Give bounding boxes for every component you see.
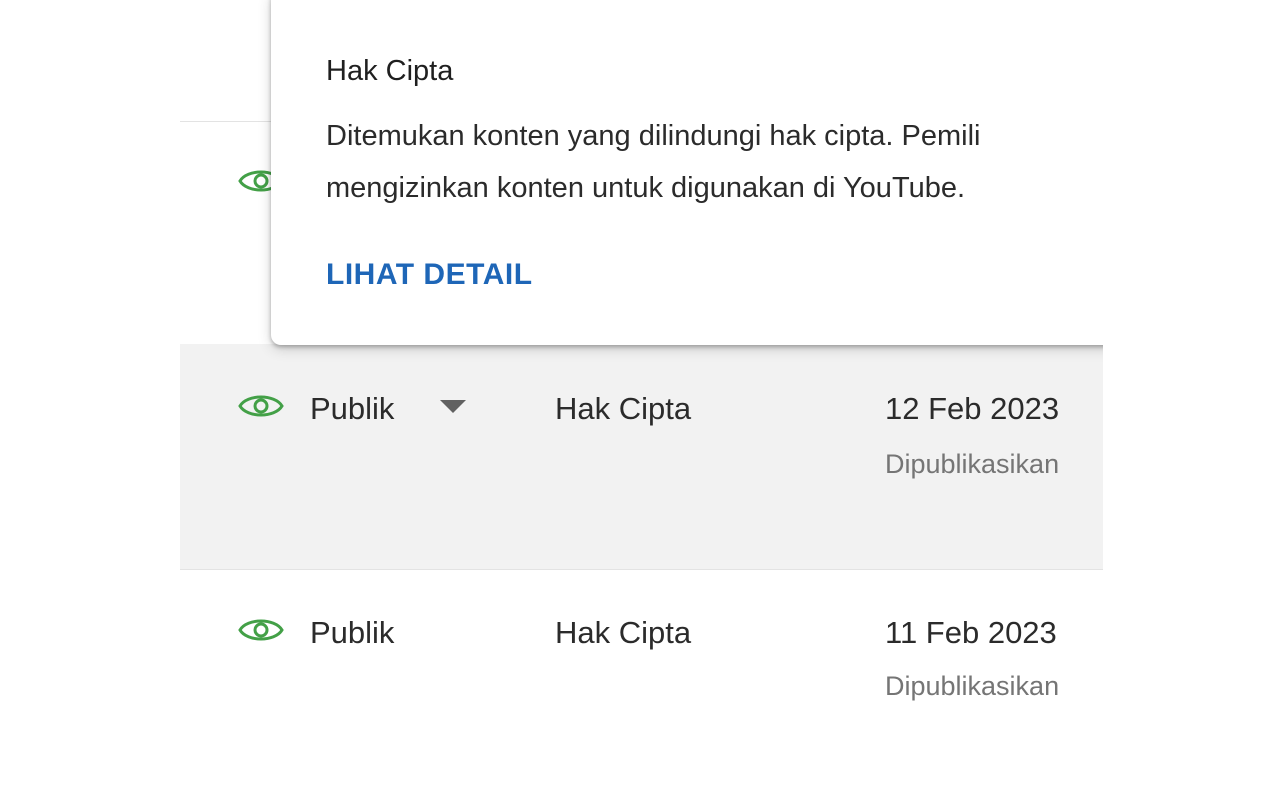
tooltip-title: Hak Cipta	[326, 55, 454, 87]
visibility-label[interactable]: Publik	[310, 615, 394, 651]
crop-margin	[1103, 0, 1283, 785]
table-row[interactable]: Publik Hak Cipta 11 Feb 2023 Dipublikasi…	[180, 570, 1103, 785]
table-row[interactable]: Publik Hak Cipta 12 Feb 2023 Dipublikasi…	[180, 344, 1103, 569]
eye-icon	[238, 395, 284, 417]
date-label: 12 Feb 2023	[885, 391, 1060, 426]
eye-icon	[238, 619, 284, 641]
visibility-label[interactable]: Publik	[310, 391, 394, 427]
caret-down-icon[interactable]	[440, 400, 466, 414]
view-details-link[interactable]: LIHAT DETAIL	[326, 257, 533, 293]
copyright-tooltip-card: Hak Cipta Ditemukan konten yang dilindun…	[271, 0, 1121, 345]
status-label: Dipublikasikan	[885, 671, 1060, 701]
restriction-label[interactable]: Hak Cipta	[555, 391, 691, 427]
date-label: 11 Feb 2023	[885, 615, 1057, 650]
restriction-label[interactable]: Hak Cipta	[555, 615, 691, 651]
status-label: Dipublikasikan	[885, 449, 1060, 479]
